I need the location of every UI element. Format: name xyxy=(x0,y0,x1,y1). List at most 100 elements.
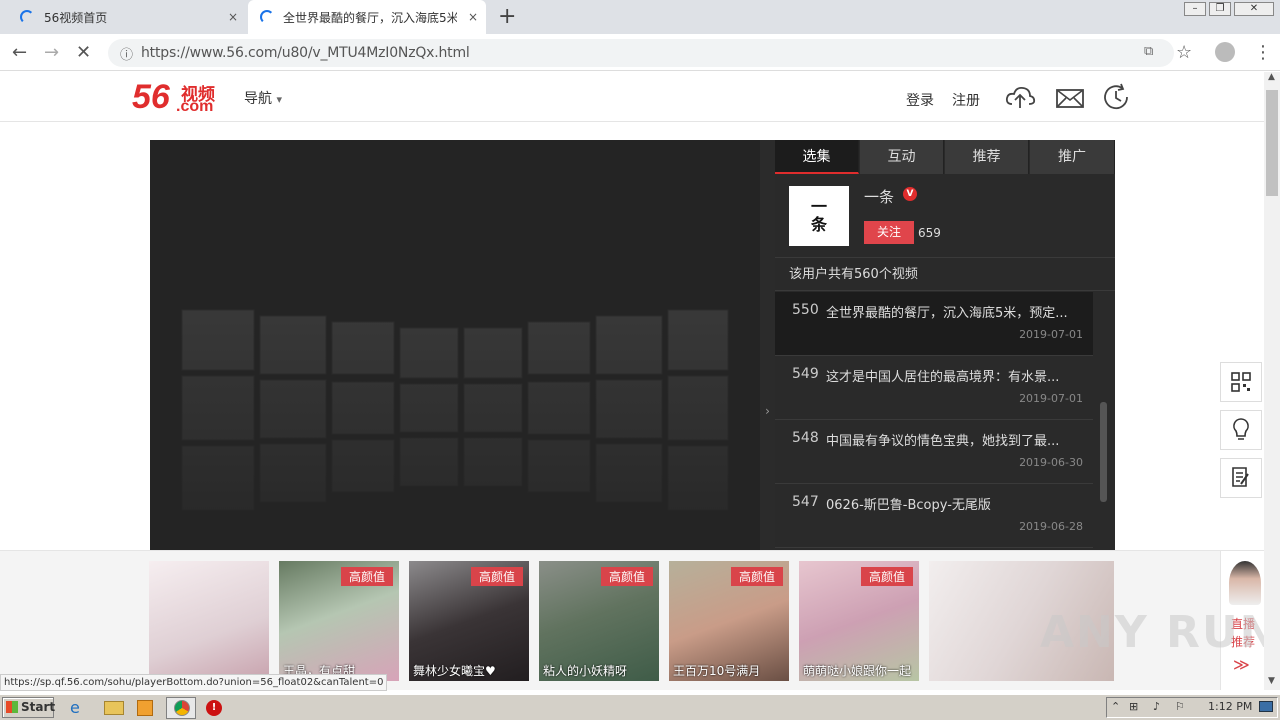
follow-button[interactable]: 关注 xyxy=(864,221,914,244)
thumbnail-caption: 粘人的小妖精呀 xyxy=(543,664,628,678)
login-link[interactable]: 登录 xyxy=(906,90,934,110)
follower-count: 659 xyxy=(918,226,941,240)
media-player-icon[interactable] xyxy=(137,700,153,716)
thumbnail-caption: 王百万10号满月 xyxy=(673,664,761,678)
tab-promotion[interactable]: 推广 xyxy=(1030,140,1115,174)
forward-icon[interactable]: → xyxy=(44,42,59,63)
tab-title: 56视频首页 xyxy=(44,10,108,25)
network-icon[interactable]: ⊞ xyxy=(1129,700,1138,713)
bookmark-star-icon[interactable]: ☆ xyxy=(1176,42,1192,63)
upload-cloud-icon[interactable] xyxy=(1004,82,1036,112)
opera-icon[interactable]: ! xyxy=(206,700,222,716)
tag-badge: 高颜值 xyxy=(470,567,523,586)
windows-logo-icon xyxy=(6,701,18,713)
tag-badge: 高颜值 xyxy=(340,567,393,586)
qr-code-icon xyxy=(1231,372,1251,392)
avatar-char: 一 xyxy=(810,197,827,216)
loading-spinner-icon xyxy=(260,10,274,24)
idea-button[interactable] xyxy=(1220,410,1262,450)
logo-com: .com xyxy=(176,98,214,115)
chrome-taskbar-button[interactable] xyxy=(166,697,196,719)
site-logo[interactable]: 56 视频 .com xyxy=(132,78,215,117)
episode-date: 2019-07-01 xyxy=(1019,392,1083,405)
info-icon[interactable]: ⓘ xyxy=(120,44,133,63)
episode-date: 2019-06-28 xyxy=(1019,520,1083,533)
stop-icon[interactable]: ✕ xyxy=(76,42,91,63)
tab-active-video[interactable]: 全世界最酷的餐厅，沉入海底5米，预 × xyxy=(248,0,486,34)
url-text: https://www.56.com/u80/v_MTU4MzI0NzQx.ht… xyxy=(141,45,470,61)
thumbnail-card[interactable]: 高颜值 萌萌哒小娘跟你一起 xyxy=(799,561,919,681)
scroll-thumb[interactable] xyxy=(1266,90,1278,196)
episode-title: 0626-斯巴鲁-Bcopy-无尾版 xyxy=(826,498,991,513)
lightbulb-icon xyxy=(1233,418,1249,440)
episode-title: 中国最有争议的情色宝典，她找到了最... xyxy=(826,434,1060,449)
tab-title: 全世界最酷的餐厅，沉入海底5米，预 xyxy=(283,10,457,25)
scroll-down-icon[interactable]: ▼ xyxy=(1268,676,1275,686)
episode-item[interactable]: 550 全世界最酷的餐厅，沉入海底5米，预定... 2019-07-01 xyxy=(775,292,1093,356)
tag-badge: 高颜值 xyxy=(730,567,783,586)
start-button[interactable]: Start xyxy=(2,697,56,718)
episode-item[interactable]: 548 中国最有争议的情色宝典，她找到了最... 2019-06-30 xyxy=(775,420,1093,484)
scroll-up-icon[interactable]: ▲ xyxy=(1268,72,1275,82)
flag-icon[interactable]: ⚐ xyxy=(1175,700,1185,713)
clock: 1:12 PM xyxy=(1208,700,1253,713)
episode-panel: 选集 互动 推荐 推广 一 条 一条 V 关注 659 该用户共有560个视频 … xyxy=(775,140,1115,550)
tab-interaction[interactable]: 互动 xyxy=(860,140,944,174)
address-bar[interactable]: ⓘ https://www.56.com/u80/v_MTU4MzI0NzQx.… xyxy=(108,39,1174,67)
close-tab-icon[interactable]: × xyxy=(468,10,478,24)
nav-dropdown[interactable]: 导航 ▾ xyxy=(244,88,282,108)
tray-expand-icon[interactable]: ⌃ xyxy=(1111,700,1120,713)
nav-label: 导航 xyxy=(244,91,272,107)
back-icon[interactable]: ← xyxy=(12,42,27,63)
taskbar: Start e ! ⌃ ⊞ ♪ ⚐ 1:12 PM xyxy=(0,694,1280,720)
translate-icon[interactable]: ⧉ xyxy=(1144,44,1153,59)
episode-number: 548 xyxy=(792,430,819,446)
close-tab-icon[interactable]: × xyxy=(228,10,238,24)
channel-name[interactable]: 一条 xyxy=(864,186,894,207)
browser-tab-bar: 56视频首页 × 全世界最酷的餐厅，沉入海底5米，预 × + – ❐ ✕ xyxy=(0,0,1280,34)
close-window-button[interactable]: ✕ xyxy=(1234,2,1274,16)
folder-icon[interactable] xyxy=(104,701,124,715)
history-icon[interactable] xyxy=(1100,82,1132,112)
tab-56-home[interactable]: 56视频首页 × xyxy=(0,0,246,34)
thumbnail-card[interactable]: 高颜值 王百万10号满月 xyxy=(669,561,789,681)
register-link[interactable]: 注册 xyxy=(952,90,980,110)
ie-icon[interactable]: e xyxy=(70,698,90,718)
profile-avatar-icon[interactable] xyxy=(1215,42,1235,62)
player-loading-collage xyxy=(150,290,760,550)
thumbnail-card[interactable]: 高颜值 粘人的小妖精呀 xyxy=(539,561,659,681)
show-desktop-icon[interactable] xyxy=(1259,701,1273,712)
edit-note-icon xyxy=(1232,467,1249,487)
loading-spinner-icon xyxy=(20,10,34,24)
recommend-strip: 高颜值 王晶，有点甜 高颜值 舞林少女曦宝♥ 高颜值 粘人的小妖精呀 高颜值 王… xyxy=(0,550,1268,690)
avatar-char: 条 xyxy=(810,215,827,234)
start-label: Start xyxy=(21,700,56,714)
qr-code-button[interactable] xyxy=(1220,362,1262,402)
site-header: 56 视频 .com 导航 ▾ 登录 注册 xyxy=(0,72,1268,122)
channel-avatar[interactable]: 一 条 xyxy=(789,186,849,246)
video-player[interactable] xyxy=(150,140,760,550)
thumbnail-caption: 舞林少女曦宝♥ xyxy=(413,664,496,678)
panel-toggle[interactable]: › xyxy=(760,140,775,550)
tab-episodes[interactable]: 选集 xyxy=(775,140,859,174)
new-tab-button[interactable]: + xyxy=(498,4,516,29)
feedback-button[interactable] xyxy=(1220,458,1262,498)
panel-scrollbar[interactable] xyxy=(1100,402,1107,502)
verified-badge-icon: V xyxy=(903,187,917,201)
volume-icon[interactable]: ♪ xyxy=(1153,700,1160,713)
mail-icon[interactable] xyxy=(1054,82,1086,112)
thumbnail-card[interactable]: 高颜值 舞林少女曦宝♥ xyxy=(409,561,529,681)
thumbnail-caption: 萌萌哒小娘跟你一起 xyxy=(803,664,912,678)
maximize-button[interactable]: ❐ xyxy=(1209,2,1231,16)
thumbnail-card[interactable] xyxy=(149,561,269,681)
tag-badge: 高颜值 xyxy=(860,567,913,586)
episode-item[interactable]: 547 0626-斯巴鲁-Bcopy-无尾版 2019-06-28 xyxy=(775,484,1093,548)
episode-date: 2019-07-01 xyxy=(1019,328,1083,341)
menu-kebab-icon[interactable]: ⋮ xyxy=(1254,42,1272,63)
thumbnail-card[interactable]: 高颜值 王晶，有点甜 xyxy=(279,561,399,681)
episode-number: 550 xyxy=(792,302,819,318)
page-scrollbar[interactable]: ▲ ▼ xyxy=(1264,72,1280,690)
tab-recommend[interactable]: 推荐 xyxy=(945,140,1029,174)
episode-item[interactable]: 549 这才是中国人居住的最高境界：有水景... 2019-07-01 xyxy=(775,356,1093,420)
minimize-button[interactable]: – xyxy=(1184,2,1206,16)
